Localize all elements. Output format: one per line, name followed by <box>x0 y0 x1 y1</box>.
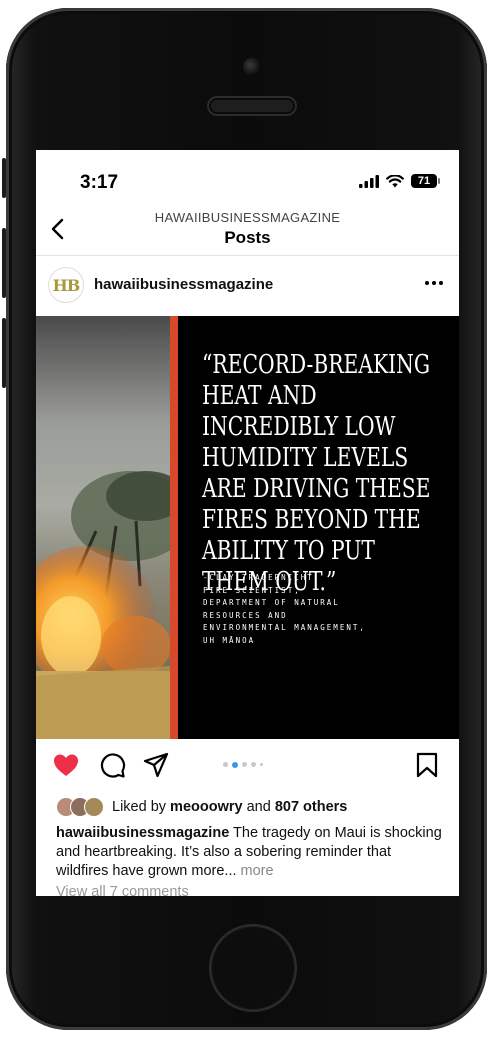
front-camera <box>243 58 261 76</box>
post-header: HB hawaiibusinessmagazine <box>36 256 459 316</box>
share-icon[interactable] <box>142 751 170 779</box>
post-caption: hawaiibusinessmagazine The tragedy on Ma… <box>56 824 446 881</box>
carousel-dot <box>223 762 228 767</box>
accent-bar <box>170 316 178 739</box>
action-bar <box>36 739 459 791</box>
avatar[interactable]: HB <box>48 267 84 303</box>
page-title: Posts <box>224 228 271 247</box>
instagram-screen: 3:17 71 HAWAIIBUSINESSMAGAZINE Posts HB … <box>36 150 459 896</box>
caption-more-link[interactable]: more <box>237 863 274 879</box>
side-button-left-top <box>2 158 6 198</box>
status-bar: 3:17 71 <box>36 150 459 202</box>
likes-count[interactable]: 807 others <box>275 799 348 815</box>
account-caption: HAWAIIBUSINESSMAGAZINE <box>154 210 341 225</box>
comment-icon[interactable] <box>98 751 126 779</box>
likes-row[interactable]: Liked by meooowry and 807 others <box>56 796 347 818</box>
carousel-dot-active <box>232 761 238 768</box>
heart-icon[interactable] <box>52 751 80 779</box>
side-button-left-low <box>2 318 6 388</box>
view-comments-link[interactable]: View all 7 comments <box>56 884 189 896</box>
quote-attribution: -CLAY TRAUERNICHT, FIRE SCIENTIST, DEPAR… <box>203 573 366 645</box>
carousel-dot <box>260 763 263 766</box>
wildfire-photo <box>36 316 170 739</box>
signal-icon <box>359 174 379 188</box>
home-button[interactable] <box>211 926 295 1010</box>
wifi-icon <box>386 174 404 187</box>
earpiece-speaker <box>209 98 295 114</box>
battery-icon: 71 <box>411 174 440 188</box>
side-button-left-mid <box>2 228 6 298</box>
caption-username[interactable]: hawaiibusinessmagazine <box>56 825 229 841</box>
carousel-indicator <box>223 761 263 768</box>
liker-username[interactable]: meooowry <box>170 799 243 815</box>
status-icons: 71 <box>359 174 440 188</box>
likes-text: Liked by meooowry and 807 others <box>112 799 348 815</box>
quote-text: “RECORD-BREAKING HEAT AND INCREDIBLY LOW… <box>202 350 431 597</box>
nav-header: HAWAIIBUSINESSMAGAZINE Posts <box>36 206 459 254</box>
carousel-dot <box>242 762 247 767</box>
liker-avatar <box>84 797 104 817</box>
carousel-dot <box>251 762 256 767</box>
bookmark-icon[interactable] <box>413 751 441 779</box>
post-image[interactable]: “RECORD-BREAKING HEAT AND INCREDIBLY LOW… <box>36 316 459 739</box>
post-username[interactable]: hawaiibusinessmagazine <box>94 276 273 293</box>
status-time: 3:17 <box>80 172 119 193</box>
more-dots-icon[interactable] <box>423 274 445 292</box>
